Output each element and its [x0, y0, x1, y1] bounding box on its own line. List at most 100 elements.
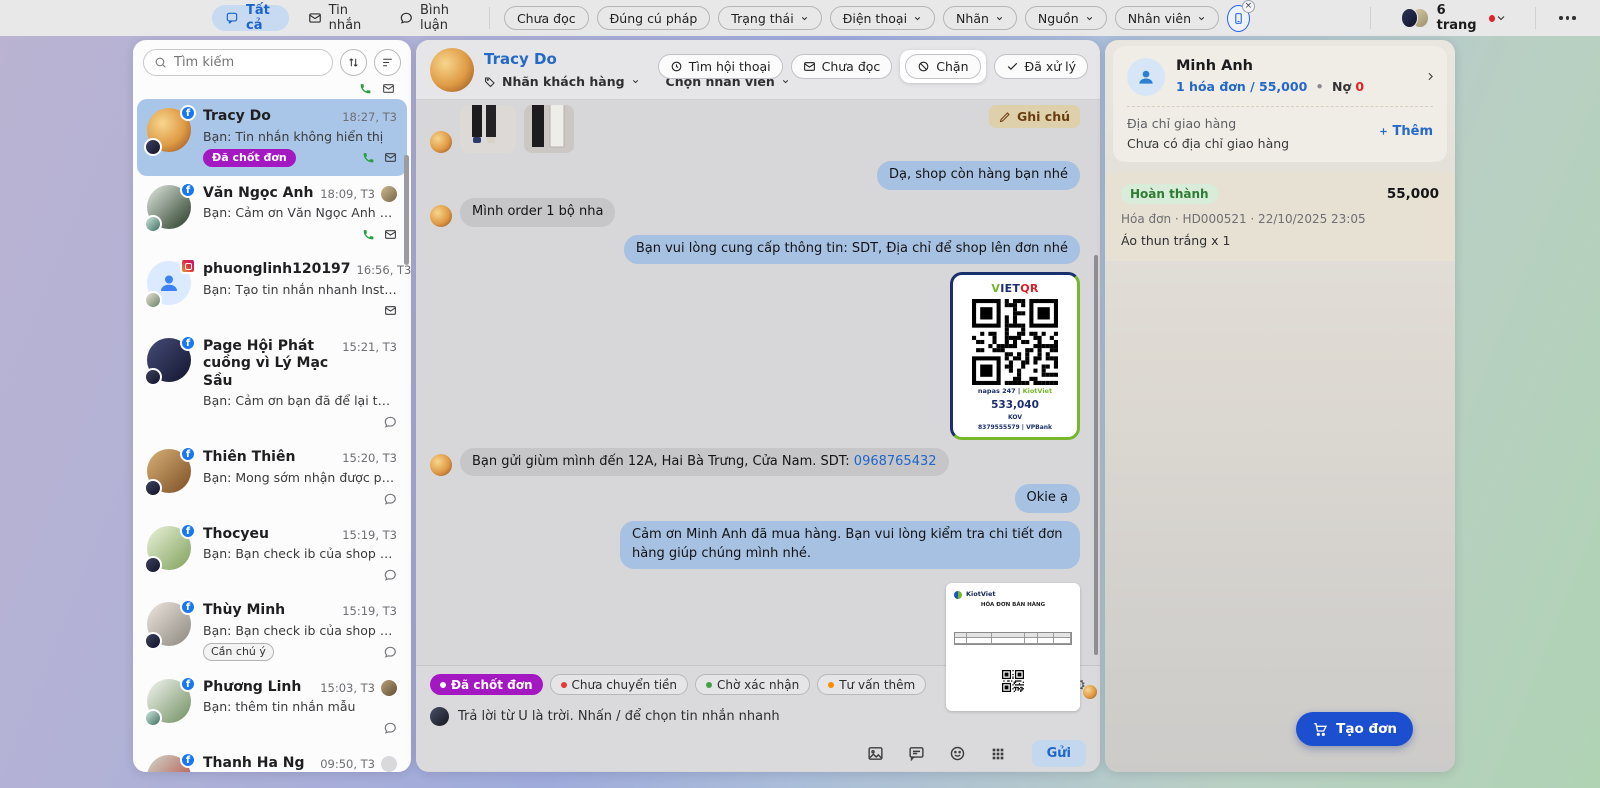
send-button[interactable]: Gửi: [1031, 740, 1086, 767]
clear-filters-button[interactable]: ×: [1227, 0, 1255, 32]
conversation-item-thocyeu[interactable]: Thocyeu 15:19, T3 Bạn: Bạn check ib của s…: [137, 517, 407, 594]
top-bar: Tất cả Tin nhắn Bình luận Chưa đọc Đúng …: [0, 0, 1600, 36]
conversation-item-thuy-minh[interactable]: Thùy Minh 15:19, T3 Bạn: Bạn check ib của…: [137, 593, 407, 670]
more-menu-icon[interactable]: [1559, 16, 1576, 20]
invoice-qr-code: [1002, 669, 1024, 692]
outgoing-message: Bạn vui lòng cung cấp thông tin: SDT, Đị…: [623, 234, 1080, 264]
comment-icon[interactable]: [383, 645, 397, 659]
add-address-button[interactable]: Thêm: [1378, 124, 1433, 139]
conversation-preview: Bạn: Bạn check ib của shop nhé: [203, 622, 397, 638]
tab-comments[interactable]: Bình luận: [386, 3, 475, 33]
comment-icon[interactable]: [383, 492, 397, 506]
mark-unread-button[interactable]: Chưa đọc: [790, 54, 893, 79]
filter-status[interactable]: Trạng thái: [718, 6, 822, 30]
envelope-icon[interactable]: [384, 228, 397, 241]
photo-attachment[interactable]: [524, 105, 574, 153]
tab-all[interactable]: Tất cả: [212, 3, 289, 33]
tab-messages[interactable]: Tin nhắn: [295, 3, 380, 33]
conversation-item-thien-thien[interactable]: Thiên Thiên 15:20, T3 Bạn: Mong sớm nhận …: [137, 440, 407, 517]
close-icon[interactable]: ×: [1241, 0, 1255, 13]
sender-avatar: [430, 204, 452, 227]
conversation-time: 09:50, T3: [320, 757, 375, 771]
comment-icon[interactable]: [383, 415, 397, 429]
conversation-name: Thanh Ha Ng Le: [203, 755, 305, 771]
divider: [1369, 7, 1371, 29]
conversation-name: Thùy Minh: [203, 602, 286, 618]
chevron-down-icon[interactable]: [1495, 12, 1507, 24]
quick-reply-icon[interactable]: [908, 745, 925, 762]
apps-grid-icon[interactable]: [990, 746, 1006, 762]
filter-list-button[interactable]: [374, 49, 401, 76]
conversation-name: Văn Ngọc Anh: [203, 184, 314, 201]
envelope-icon[interactable]: [384, 151, 397, 164]
filter-unread[interactable]: Chưa đọc: [503, 6, 589, 30]
search-input[interactable]: [174, 55, 322, 70]
sort-button[interactable]: [340, 49, 367, 76]
block-button-highlight: Chặn: [900, 50, 986, 83]
incoming-message: Bạn gửi giùm mình đến 12A, Hai Bà Trưng,…: [460, 447, 949, 477]
conversation-item-tracy[interactable]: Tracy Do 18:27, T3 Bạn: Tin nhắn không hi…: [137, 99, 407, 176]
facebook-badge-icon: [180, 522, 196, 539]
sidebar-scrollbar[interactable]: [404, 155, 409, 265]
find-conversation-button[interactable]: Tìm hội thoại: [657, 54, 783, 79]
filter-syntax[interactable]: Đúng cú pháp: [596, 6, 711, 30]
conversation-preview: Bạn: Bạn check ib của shop nhé: [203, 546, 397, 561]
customer-avatar: [1127, 58, 1165, 96]
create-order-button[interactable]: Tạo đơn: [1296, 712, 1413, 746]
filter-staff[interactable]: Nhân viên: [1114, 6, 1219, 30]
conversation-item-page-hoi-phat[interactable]: Page Hội Phát cuồng vì Lý Mạc Sầu 15:21, …: [137, 329, 407, 441]
phone-icon[interactable]: [362, 151, 375, 164]
filter-phone[interactable]: Điện thoại: [829, 6, 936, 30]
block-button[interactable]: Chặn: [905, 54, 981, 79]
chat-all-icon: [225, 11, 239, 25]
customer-label-dropdown[interactable]: Nhãn khách hàng: [484, 74, 640, 89]
filter-list-icon: [381, 56, 394, 69]
check-icon: [1006, 60, 1019, 73]
outgoing-message: Dạ, shop còn hàng bạn nhé: [877, 161, 1080, 190]
comment-icon[interactable]: [383, 568, 397, 582]
conversation-name: Phương Linh: [203, 678, 302, 695]
chevron-down-icon: [1197, 14, 1206, 23]
conversation-item-phuonglinh[interactable]: phuonglinh120197 16:56, T3 Bạn: Tạo tin n…: [137, 252, 411, 329]
phone-number-link[interactable]: 0968765432: [854, 454, 937, 469]
device-icon: [1232, 12, 1245, 25]
closed-deal-badge: Đã chốt đơn: [203, 148, 296, 167]
channel-tabs: Tất cả Tin nhắn Bình luận: [212, 3, 475, 33]
conversation-preview: Bạn: Cảm ơn Văn Ngọc Anh đã mua...: [203, 205, 397, 220]
shipping-address-value: Chưa có địa chỉ giao hàng: [1127, 136, 1290, 151]
qr-account-number: 8379555579 | VPBank: [977, 423, 1053, 431]
assignee-placeholder: [381, 756, 397, 772]
order-card[interactable]: Hoàn thành 55,000 Hóa đơn · HD000521 · 2…: [1105, 172, 1455, 261]
photo-attachment[interactable]: [460, 105, 516, 153]
filter-label[interactable]: Nhãn: [943, 6, 1017, 30]
assignee-avatar: [381, 679, 397, 696]
vietqr-payment-card[interactable]: VIETQR napas 247 | KiotViet 533,040 KOV …: [950, 271, 1080, 440]
cropped-conversation-row: [133, 82, 411, 99]
resolved-button[interactable]: Đã xử lý: [993, 54, 1088, 79]
divider: [489, 7, 490, 29]
invoice-table: [954, 631, 1072, 645]
invoice-stats-link[interactable]: 1 hóa đơn / 55,000: [1176, 79, 1307, 94]
composer-toolbar: Gửi: [430, 740, 1086, 767]
phone-icon[interactable]: [362, 228, 375, 241]
image-icon[interactable]: [867, 745, 884, 762]
invoice-attachment[interactable]: KiotViet HÓA ĐƠN BÁN HÀNG: [946, 582, 1080, 711]
envelope-icon[interactable]: [384, 304, 397, 317]
sender-avatar: [430, 454, 452, 477]
comment-icon[interactable]: [383, 721, 397, 735]
conversation-time: 15:19, T3: [342, 527, 397, 542]
conversation-item-phuong-linh[interactable]: Phương Linh 15:03, T3 Bạn: thêm tin nhắn …: [137, 670, 407, 747]
customer-name[interactable]: Minh Anh: [1176, 58, 1364, 74]
conversation-item-thanh-ha[interactable]: Thanh Ha Ng Le09:50, T3 Bạn: [Ảnh] Cần c…: [137, 746, 407, 772]
chevron-down-icon: [995, 14, 1004, 23]
chevron-right-icon[interactable]: [1424, 70, 1437, 83]
facebook-badge-icon: [180, 446, 196, 462]
conversation-item-van-ngoc-anh[interactable]: Văn Ngọc Anh 18:09, T3 Bạn: Cảm ơn Văn Ng…: [137, 176, 407, 253]
pages-selector[interactable]: 6 trang: [1400, 3, 1521, 33]
facebook-badge-icon: [180, 105, 196, 121]
note-button[interactable]: Ghi chú: [988, 105, 1080, 128]
chat-scrollbar[interactable]: [1094, 255, 1098, 655]
search-icon: [154, 56, 167, 69]
emoji-icon[interactable]: [949, 745, 966, 762]
filter-source[interactable]: Nguồn: [1024, 6, 1107, 30]
